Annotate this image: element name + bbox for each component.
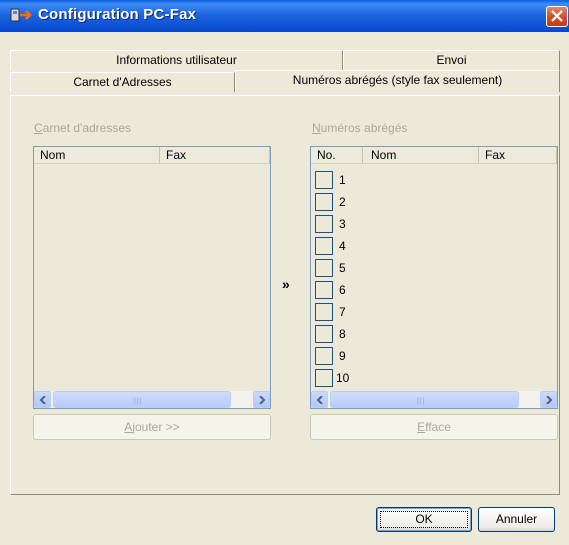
row-number: 2 [339,195,346,209]
row-checkbox[interactable] [315,281,333,299]
column-header-no[interactable]: No. [311,147,363,164]
speed-dial-label: Numéros abrégés [312,121,408,135]
title-bar[interactable]: Configuration PC-Fax [0,0,569,32]
row-number: 1 [339,173,346,187]
chevron-right-icon [546,396,553,404]
column-header-fax[interactable]: Fax [160,147,270,164]
grip-icon: ||| [134,398,143,405]
row-checkbox[interactable] [315,325,333,343]
row-checkbox[interactable] [315,237,333,255]
row-number: 10 [336,371,350,385]
column-header-nom[interactable]: Nom [363,147,479,164]
list-header: No. Nom Fax [311,147,557,164]
scroll-right-button[interactable] [253,391,270,408]
tab-label: Carnet d'Adresses [73,75,172,89]
horizontal-scrollbar[interactable]: ||| [311,391,557,408]
row-checkbox[interactable] [315,369,333,387]
row-number: 3 [339,217,346,231]
scroll-left-button[interactable] [34,391,51,408]
row-checkbox[interactable] [315,347,333,365]
address-book-label: Carnet d'adresses [34,121,132,135]
speed-dial-list[interactable]: No. Nom Fax 1 2 3 4 5 6 7 8 9 10 ||| [310,146,558,409]
chevron-right-icon [259,396,266,404]
address-book-list[interactable]: Nom Fax ||| [33,146,271,409]
row-number: 7 [339,305,346,319]
chevron-left-icon [39,396,46,404]
pcfax-config-window: Configuration PC-Fax Informations utilis… [0,0,569,545]
scroll-right-button[interactable] [540,391,557,408]
cancel-button[interactable]: Annuler [478,507,555,532]
close-icon [551,10,563,22]
row-number: 6 [339,283,346,297]
clear-button[interactable]: Efface [310,414,558,440]
row-checkbox[interactable] [315,193,333,211]
row-checkbox[interactable] [315,171,333,189]
tab-label: Informations utilisateur [116,53,237,67]
chevron-left-icon [316,396,323,404]
grip-icon: ||| [417,398,426,405]
tab-label: Envoi [436,53,467,67]
window-title: Configuration PC-Fax [38,6,197,23]
tab-informations-utilisateur[interactable]: Informations utilisateur [10,50,343,70]
close-button[interactable] [546,6,568,27]
tab-envoi[interactable]: Envoi [343,50,560,70]
ok-button[interactable]: OK [376,507,472,532]
tab-carnet-adresses[interactable]: Carnet d'Adresses [10,72,235,92]
column-header-fax[interactable]: Fax [479,147,557,164]
tab-label: Numéros abrégés (style fax seulement) [292,73,503,87]
scroll-thumb[interactable]: ||| [53,391,231,408]
row-checkbox[interactable] [315,303,333,321]
tab-numeros-abreges[interactable]: Numéros abrégés (style fax seulement) [235,70,560,92]
pcfax-app-icon [10,7,32,25]
cancel-button-label: Annuler [495,512,538,526]
scroll-left-button[interactable] [311,391,328,408]
row-number: 8 [339,327,346,341]
row-checkbox[interactable] [315,215,333,233]
column-header-nom[interactable]: Nom [34,147,160,164]
row-number: 9 [339,349,346,363]
list-header: Nom Fax [34,147,270,164]
add-button[interactable]: Ajouter >> [33,414,271,440]
transfer-arrow-icon: » [282,276,290,292]
row-number: 5 [339,261,346,275]
scroll-thumb[interactable]: ||| [330,391,519,408]
horizontal-scrollbar[interactable]: ||| [34,391,270,408]
row-checkbox[interactable] [315,259,333,277]
row-number: 4 [339,239,346,253]
focus-rect [380,511,468,528]
